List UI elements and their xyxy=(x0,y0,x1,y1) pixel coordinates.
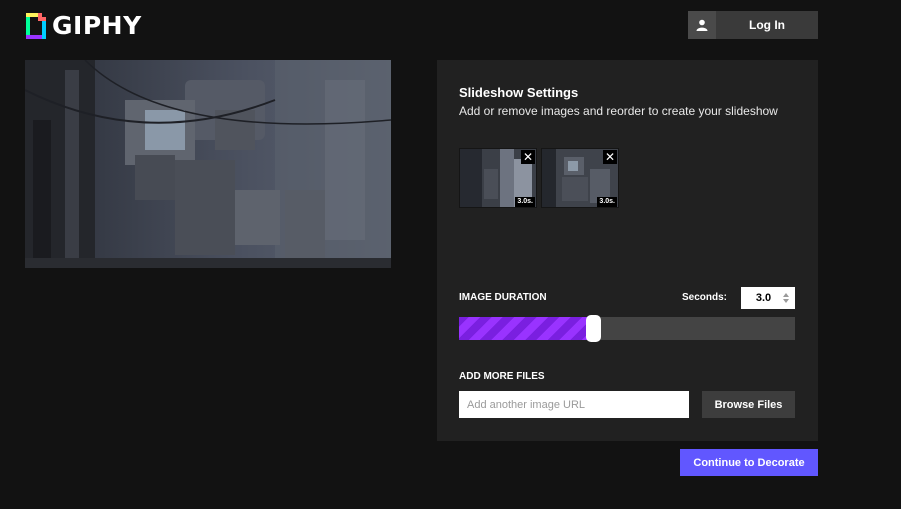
giphy-logo-icon xyxy=(26,13,46,39)
duration-slider-fill xyxy=(459,317,593,340)
seconds-value: 3.0 xyxy=(755,292,772,304)
login-button[interactable]: Log In xyxy=(688,11,818,39)
duration-slider-handle[interactable] xyxy=(586,315,601,342)
browse-files-button[interactable]: Browse Files xyxy=(702,391,795,418)
slide-duration-label: 3.0s. xyxy=(515,197,535,207)
seconds-label: Seconds: xyxy=(682,292,728,303)
image-duration-label: IMAGE DURATION xyxy=(459,292,547,303)
stepper-arrows[interactable] xyxy=(780,289,792,307)
giphy-wordmark: GIPHY xyxy=(52,11,142,40)
remove-slide-button[interactable]: ✕ xyxy=(603,150,617,164)
user-icon xyxy=(688,11,716,39)
settings-title: Slideshow Settings xyxy=(459,85,579,100)
settings-subtitle: Add or remove images and reorder to crea… xyxy=(459,104,778,118)
slideshow-preview-image xyxy=(25,60,391,268)
giphy-slideshow-page: GIPHY Log In Slideshow Settings Add or r… xyxy=(0,0,901,509)
slide-thumbnail[interactable]: ✕ 3.0s. xyxy=(459,148,537,208)
add-more-files-label: ADD MORE FILES xyxy=(459,371,545,382)
seconds-stepper[interactable]: 3.0 xyxy=(741,287,795,309)
giphy-logo[interactable]: GIPHY xyxy=(26,12,142,40)
continue-to-decorate-button[interactable]: Continue to Decorate xyxy=(680,449,818,476)
decrement-icon[interactable] xyxy=(783,299,789,303)
duration-slider[interactable] xyxy=(459,315,795,342)
remove-slide-button[interactable]: ✕ xyxy=(521,150,535,164)
thumbnail-list: ✕ 3.0s. ✕ 3.0s. xyxy=(459,148,619,208)
image-url-input[interactable] xyxy=(459,391,689,418)
slide-thumbnail[interactable]: ✕ 3.0s. xyxy=(541,148,619,208)
slide-duration-label: 3.0s. xyxy=(597,197,617,207)
increment-icon[interactable] xyxy=(783,293,789,297)
slideshow-settings-panel: Slideshow Settings Add or remove images … xyxy=(437,60,818,441)
login-label: Log In xyxy=(749,18,785,32)
